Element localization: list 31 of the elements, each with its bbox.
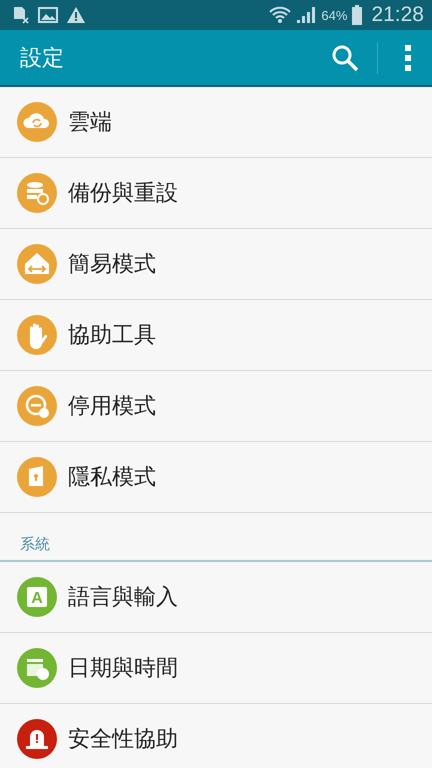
settings-item[interactable]: 日期與時間 (0, 633, 432, 704)
battery-percent: 64% (321, 8, 348, 22)
item-label: 簡易模式 (68, 251, 156, 279)
item-label: 雲端 (68, 109, 112, 137)
settings-item[interactable]: 安全性協助 (0, 704, 432, 768)
warning-icon (66, 6, 86, 24)
settings-item[interactable]: 停用模式 (0, 371, 432, 442)
sim-card-icon (12, 6, 30, 24)
letter-icon: A (17, 577, 57, 617)
item-label: 備份與重設 (68, 180, 178, 208)
screen-title: 設定 (20, 44, 65, 72)
item-label: 語言與輸入 (68, 584, 178, 612)
item-label: 日期與時間 (68, 655, 178, 683)
settings-item[interactable]: 協助工具 (0, 300, 432, 371)
item-label: 協助工具 (68, 322, 156, 350)
settings-item[interactable]: 雲端 (0, 87, 432, 158)
image-icon (38, 6, 58, 24)
settings-item[interactable]: A 語言與輸入 (0, 562, 432, 633)
settings-item[interactable]: 備份與重設 (0, 158, 432, 229)
item-label: 停用模式 (68, 393, 156, 421)
more-options-icon[interactable] (404, 44, 412, 72)
item-label: 隱私模式 (68, 464, 156, 492)
clock: 21:28 (371, 3, 424, 27)
item-label: 安全性協助 (68, 726, 178, 754)
battery-icon (352, 5, 362, 25)
signal-icon (296, 6, 316, 24)
section-header: 系統 (0, 513, 432, 562)
settings-item[interactable]: 簡易模式 (0, 229, 432, 300)
settings-item[interactable]: 隱私模式 (0, 442, 432, 513)
search-icon[interactable] (331, 44, 359, 72)
wifi-icon (269, 5, 292, 25)
